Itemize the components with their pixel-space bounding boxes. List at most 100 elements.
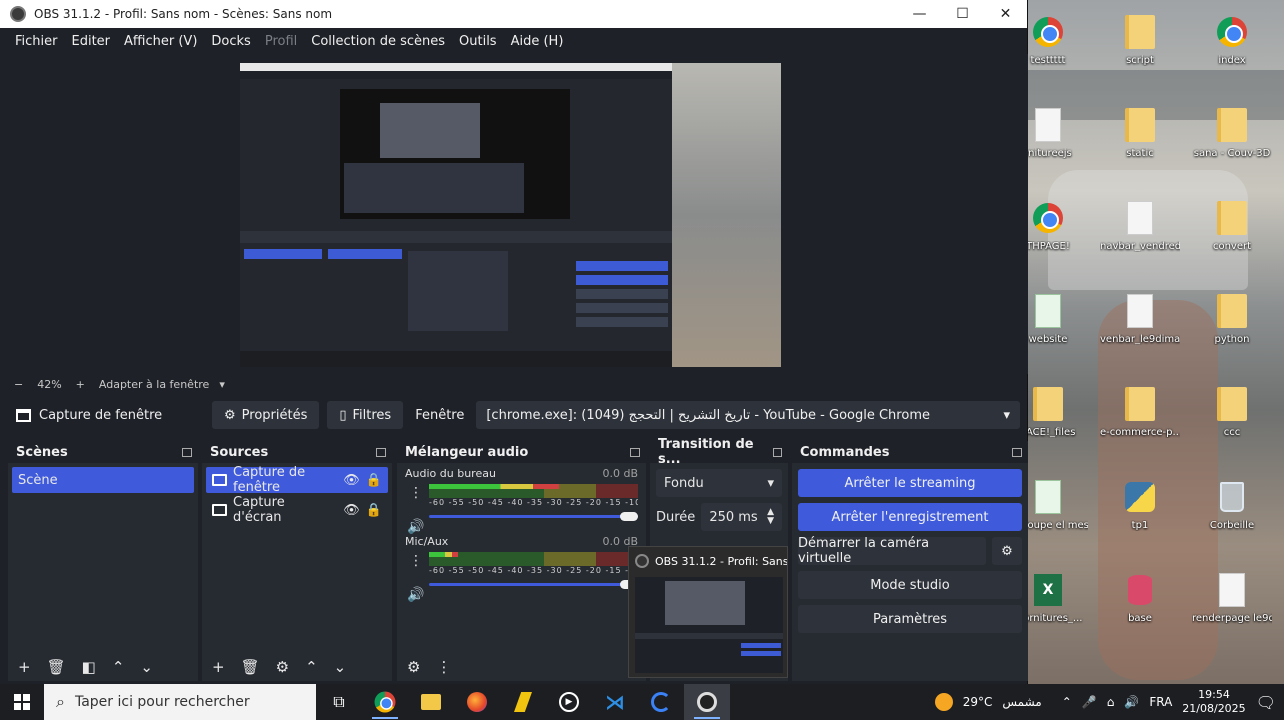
mixer-menu-icon[interactable]: ⋮ bbox=[436, 658, 451, 676]
source-item-window[interactable]: Capture de fenêtre 👁 🔒 bbox=[206, 465, 388, 495]
taskbar-thumbnail-preview[interactable]: OBS 31.1.2 - Profil: Sans... bbox=[628, 546, 788, 678]
undock-icon[interactable] bbox=[376, 447, 386, 457]
eye-icon[interactable]: 👁 bbox=[343, 503, 360, 518]
stepper-icon[interactable]: ▲ ▼ bbox=[767, 508, 774, 526]
eye-icon[interactable]: 👁 bbox=[343, 473, 360, 488]
chrome-taskbar-icon[interactable] bbox=[362, 684, 408, 720]
move-up-icon[interactable]: ⌃ bbox=[305, 658, 318, 676]
window-select[interactable]: [chrome.exe]: (1049) تاريخ التشريح | الت… bbox=[476, 401, 1020, 429]
undock-icon[interactable] bbox=[772, 447, 782, 457]
properties-button[interactable]: ⚙ Propriétés bbox=[212, 401, 320, 429]
menu-editer[interactable]: Editer bbox=[65, 34, 118, 49]
menu-outils[interactable]: Outils bbox=[452, 34, 504, 49]
desktop-icon-bin[interactable]: Corbeille bbox=[1192, 477, 1272, 531]
chevron-up-icon[interactable]: ⌃ bbox=[1062, 695, 1072, 709]
volume-icon[interactable]: 🔊 bbox=[1124, 695, 1139, 709]
microphone-icon[interactable]: 🎤 bbox=[1082, 695, 1097, 709]
fit-to-window[interactable]: Adapter à la fenêtre bbox=[99, 378, 209, 391]
desktop-icon-folder[interactable]: convert bbox=[1192, 198, 1272, 252]
volume-slider[interactable] bbox=[429, 509, 638, 523]
xampp-icon[interactable] bbox=[500, 684, 546, 720]
desktop-icon-excel[interactable]: Xefornitures_... bbox=[1028, 570, 1088, 624]
add-source-icon[interactable]: + bbox=[212, 658, 225, 676]
desktop-icon-folder[interactable]: sana - Couv-3D bbox=[1192, 105, 1272, 159]
lock-icon[interactable]: 🔒 bbox=[366, 503, 382, 518]
desktop-icon-green[interactable]: website bbox=[1028, 291, 1088, 345]
maximize-button[interactable]: ☐ bbox=[941, 0, 984, 28]
start-virtual-camera-button[interactable]: Démarrer la caméra virtuelle bbox=[798, 536, 986, 566]
studio-mode-button[interactable]: Mode studio bbox=[798, 571, 1022, 599]
menu-profil[interactable]: Profil bbox=[258, 34, 304, 49]
filters-button[interactable]: ▯ Filtres bbox=[327, 401, 404, 429]
scene-filter-icon[interactable]: ◧ bbox=[82, 658, 96, 676]
menu-fichier[interactable]: Fichier bbox=[8, 34, 65, 49]
advanced-audio-icon[interactable]: ⚙ bbox=[407, 658, 420, 676]
scene-item[interactable]: Scène bbox=[12, 467, 194, 493]
media-player-icon[interactable]: ▶ bbox=[546, 684, 592, 720]
stop-recording-button[interactable]: Arrêter l'enregistrement bbox=[798, 503, 1022, 531]
task-view-icon[interactable]: ⧉ bbox=[316, 684, 362, 720]
weather-icon[interactable] bbox=[934, 693, 953, 711]
notifications-icon[interactable]: 🗨 bbox=[1256, 693, 1276, 712]
desktop-icon-folder[interactable]: PACE!_files bbox=[1028, 384, 1088, 438]
desktop-icon-folder[interactable]: e-commerce-p... bbox=[1100, 384, 1180, 438]
zoom-in-button[interactable]: + bbox=[76, 378, 85, 391]
file-explorer-icon[interactable] bbox=[408, 684, 454, 720]
stop-streaming-button[interactable]: Arrêter le streaming bbox=[798, 469, 1022, 497]
close-button[interactable]: ✕ bbox=[984, 0, 1027, 28]
menu-aide[interactable]: Aide (H) bbox=[504, 34, 571, 49]
zoom-dropdown-icon[interactable]: ▾ bbox=[219, 378, 225, 391]
obs-taskbar-icon[interactable] bbox=[684, 684, 730, 720]
source-item-screen[interactable]: Capture d'écran 👁 🔒 bbox=[206, 495, 388, 525]
undock-icon[interactable] bbox=[1012, 447, 1022, 457]
clock[interactable]: 19:54 21/08/2025 bbox=[1182, 688, 1245, 716]
move-up-icon[interactable]: ⌃ bbox=[112, 658, 125, 676]
speaker-icon[interactable]: 🔊 bbox=[407, 587, 424, 603]
desktop-icon-page[interactable]: venbar_le9dima bbox=[1100, 291, 1180, 345]
vscode-icon[interactable]: ⋊ bbox=[592, 684, 638, 720]
volume-slider[interactable] bbox=[429, 577, 638, 591]
undock-icon[interactable] bbox=[630, 447, 640, 457]
duration-spinbox[interactable]: 250 ms ▲ ▼ bbox=[701, 503, 782, 531]
desktop-icon-green[interactable]: o groupe el messa bbox=[1028, 477, 1088, 531]
desktop-icon-chrome[interactable]: index bbox=[1192, 12, 1272, 66]
title-bar[interactable]: OBS 31.1.2 - Profil: Sans nom - Scènes: … bbox=[0, 0, 1027, 28]
minimize-button[interactable]: — bbox=[898, 0, 941, 28]
app-swirl-icon[interactable] bbox=[638, 684, 684, 720]
start-button[interactable] bbox=[0, 684, 44, 720]
preview-canvas[interactable] bbox=[240, 63, 781, 367]
source-settings-icon[interactable]: ⚙ bbox=[276, 658, 289, 676]
desktop-icon-folder[interactable]: python bbox=[1192, 291, 1272, 345]
desktop-icon-chrome[interactable]: THPAGE! bbox=[1028, 198, 1088, 252]
settings-button[interactable]: Paramètres bbox=[798, 605, 1022, 633]
virtual-camera-settings-icon[interactable]: ⚙ bbox=[992, 537, 1022, 565]
transition-select[interactable]: Fondu ▾ bbox=[656, 469, 782, 497]
menu-docks[interactable]: Docks bbox=[204, 34, 257, 49]
move-down-icon[interactable]: ⌄ bbox=[140, 658, 153, 676]
desktop-icon-page[interactable]: navbar_vendredi bbox=[1100, 198, 1180, 252]
menu-afficher[interactable]: Afficher (V) bbox=[117, 34, 204, 49]
language-indicator[interactable]: FRA bbox=[1149, 695, 1172, 709]
zoom-out-button[interactable]: − bbox=[14, 378, 23, 391]
desktop-icon-db[interactable]: base bbox=[1100, 570, 1180, 624]
undock-icon[interactable] bbox=[182, 447, 192, 457]
desktop-icon-folder[interactable]: ccc bbox=[1192, 384, 1272, 438]
remove-source-icon[interactable]: 🗑 bbox=[241, 658, 260, 676]
network-icon[interactable]: ⌂ bbox=[1107, 695, 1115, 709]
desktop-icon-python[interactable]: tp1 bbox=[1100, 477, 1180, 531]
desktop-icon-folder[interactable]: static bbox=[1100, 105, 1180, 159]
taskbar-search[interactable]: ⌕ Taper ici pour rechercher bbox=[44, 684, 316, 720]
menu-collection-scenes[interactable]: Collection de scènes bbox=[304, 34, 452, 49]
weather-temp[interactable]: 29°C bbox=[963, 695, 993, 709]
move-down-icon[interactable]: ⌄ bbox=[334, 658, 347, 676]
lock-icon[interactable]: 🔒 bbox=[366, 473, 382, 488]
desktop-icon-page[interactable]: rnitureejs bbox=[1028, 105, 1088, 159]
desktop-icon-folder[interactable]: script bbox=[1100, 12, 1180, 66]
remove-scene-icon[interactable]: 🗑 bbox=[47, 658, 66, 676]
desktop-icon-page[interactable]: renderpage le9dima les car... bbox=[1192, 570, 1272, 624]
firefox-icon[interactable] bbox=[454, 684, 500, 720]
desktop-icon-chrome[interactable]: testtttt bbox=[1028, 12, 1088, 66]
add-scene-icon[interactable]: + bbox=[18, 658, 31, 676]
channel-menu-icon[interactable]: ⋮ bbox=[409, 485, 423, 501]
channel-menu-icon[interactable]: ⋮ bbox=[409, 553, 423, 569]
